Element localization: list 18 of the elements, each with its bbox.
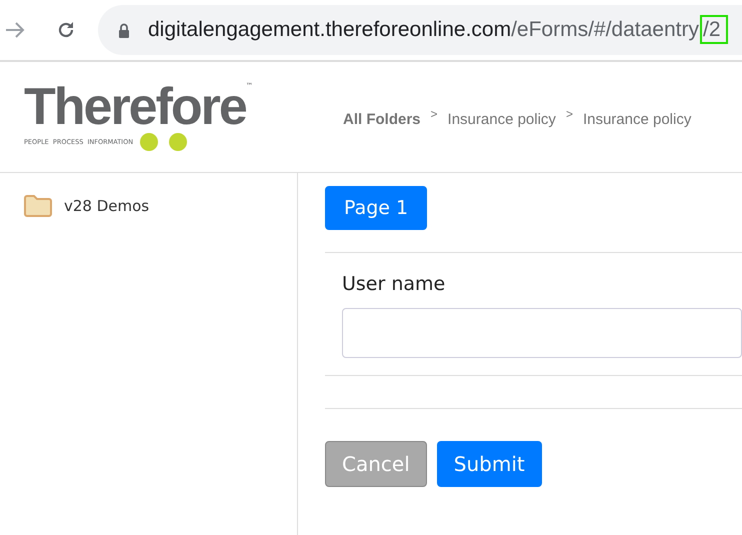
page-tab[interactable]: Page 1 (325, 186, 428, 230)
breadcrumb-separator: > (566, 107, 573, 121)
logo-wordmark: Therefore (24, 82, 246, 132)
dots-icon (139, 132, 190, 152)
breadcrumb-separator: > (430, 107, 438, 121)
breadcrumb-link[interactable]: All Folders (343, 110, 421, 128)
url-text: digitalengagement.thereforeonline.com/eForms/#/dataentry /2 (148, 18, 725, 42)
reload-icon[interactable] (56, 20, 76, 40)
submit-button[interactable]: Submit (436, 441, 542, 487)
breadcrumb-link[interactable]: Insurance policy (448, 110, 556, 128)
folder-item[interactable]: v28 Demos (24, 195, 150, 217)
folder-icon (24, 195, 52, 217)
field-label: User name (342, 273, 446, 295)
address-bar[interactable]: digitalengagement.thereforeonline.com/eForms/#/dataentry /2 (98, 5, 742, 55)
lock-icon (118, 22, 130, 38)
forward-icon[interactable] (4, 21, 26, 39)
input-field[interactable] (342, 308, 742, 358)
breadcrumb-link[interactable]: Insurance policy (582, 110, 692, 128)
